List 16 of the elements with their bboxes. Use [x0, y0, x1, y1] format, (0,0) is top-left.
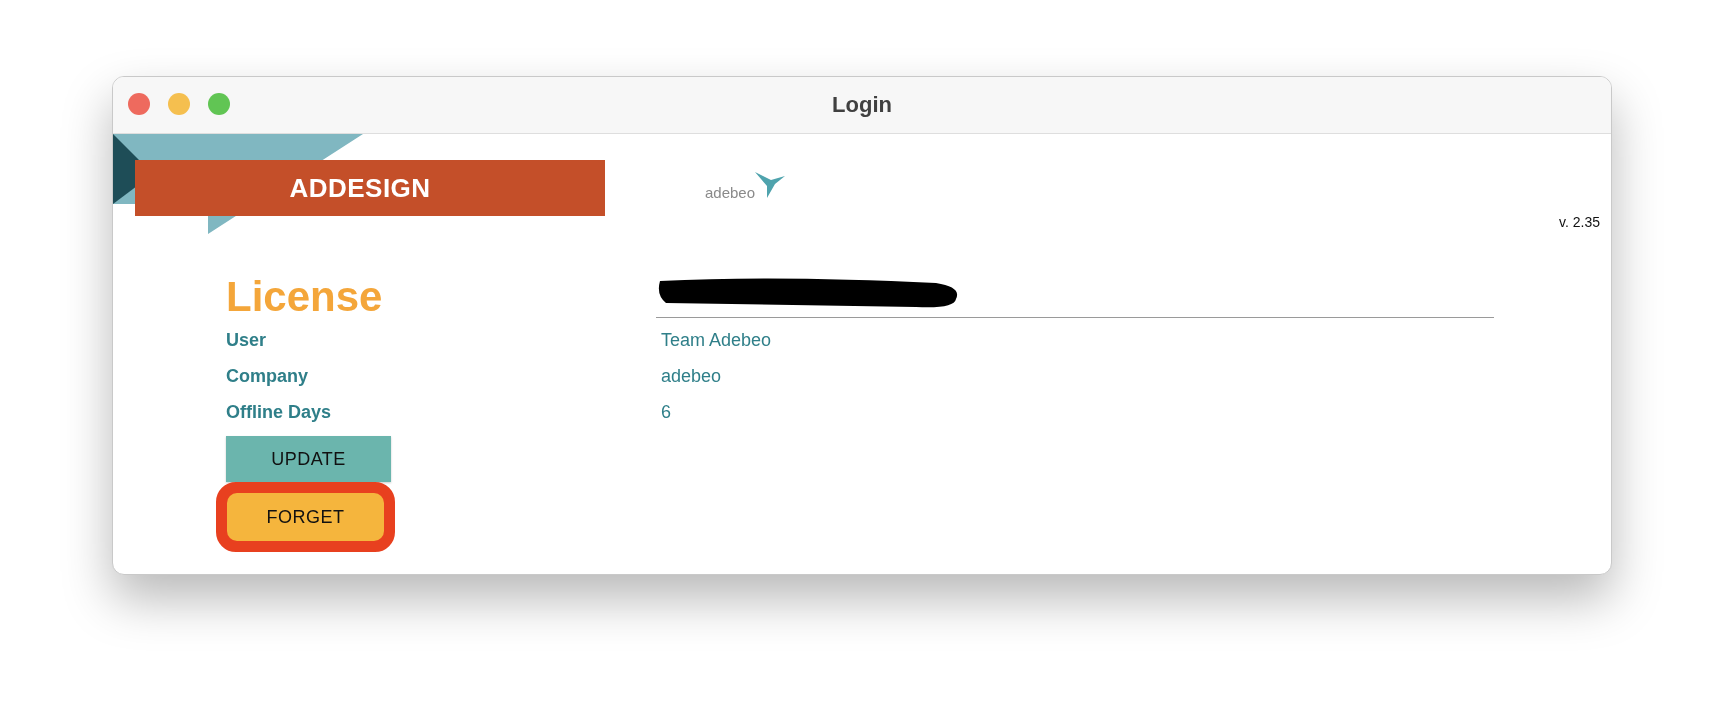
- zoom-button[interactable]: [208, 93, 230, 115]
- brand-name: ADDESIGN: [289, 172, 432, 204]
- forget-button[interactable]: FORGET: [227, 493, 384, 541]
- license-title: License: [226, 276, 384, 318]
- field-label: User: [226, 329, 268, 351]
- minimize-button[interactable]: [168, 93, 190, 115]
- logo-text: adebeo: [705, 184, 756, 201]
- version-label: v. 2.35: [1559, 214, 1600, 230]
- field-value: adebeo: [661, 365, 722, 387]
- update-button[interactable]: UPDATE: [226, 436, 391, 482]
- close-button[interactable]: [128, 93, 150, 115]
- field-value: Team Adebeo: [661, 329, 772, 351]
- field-label: Company: [226, 365, 309, 387]
- field-value: 6: [661, 401, 671, 423]
- field-label: Offline Days: [226, 401, 333, 423]
- window-title: Login: [832, 92, 892, 118]
